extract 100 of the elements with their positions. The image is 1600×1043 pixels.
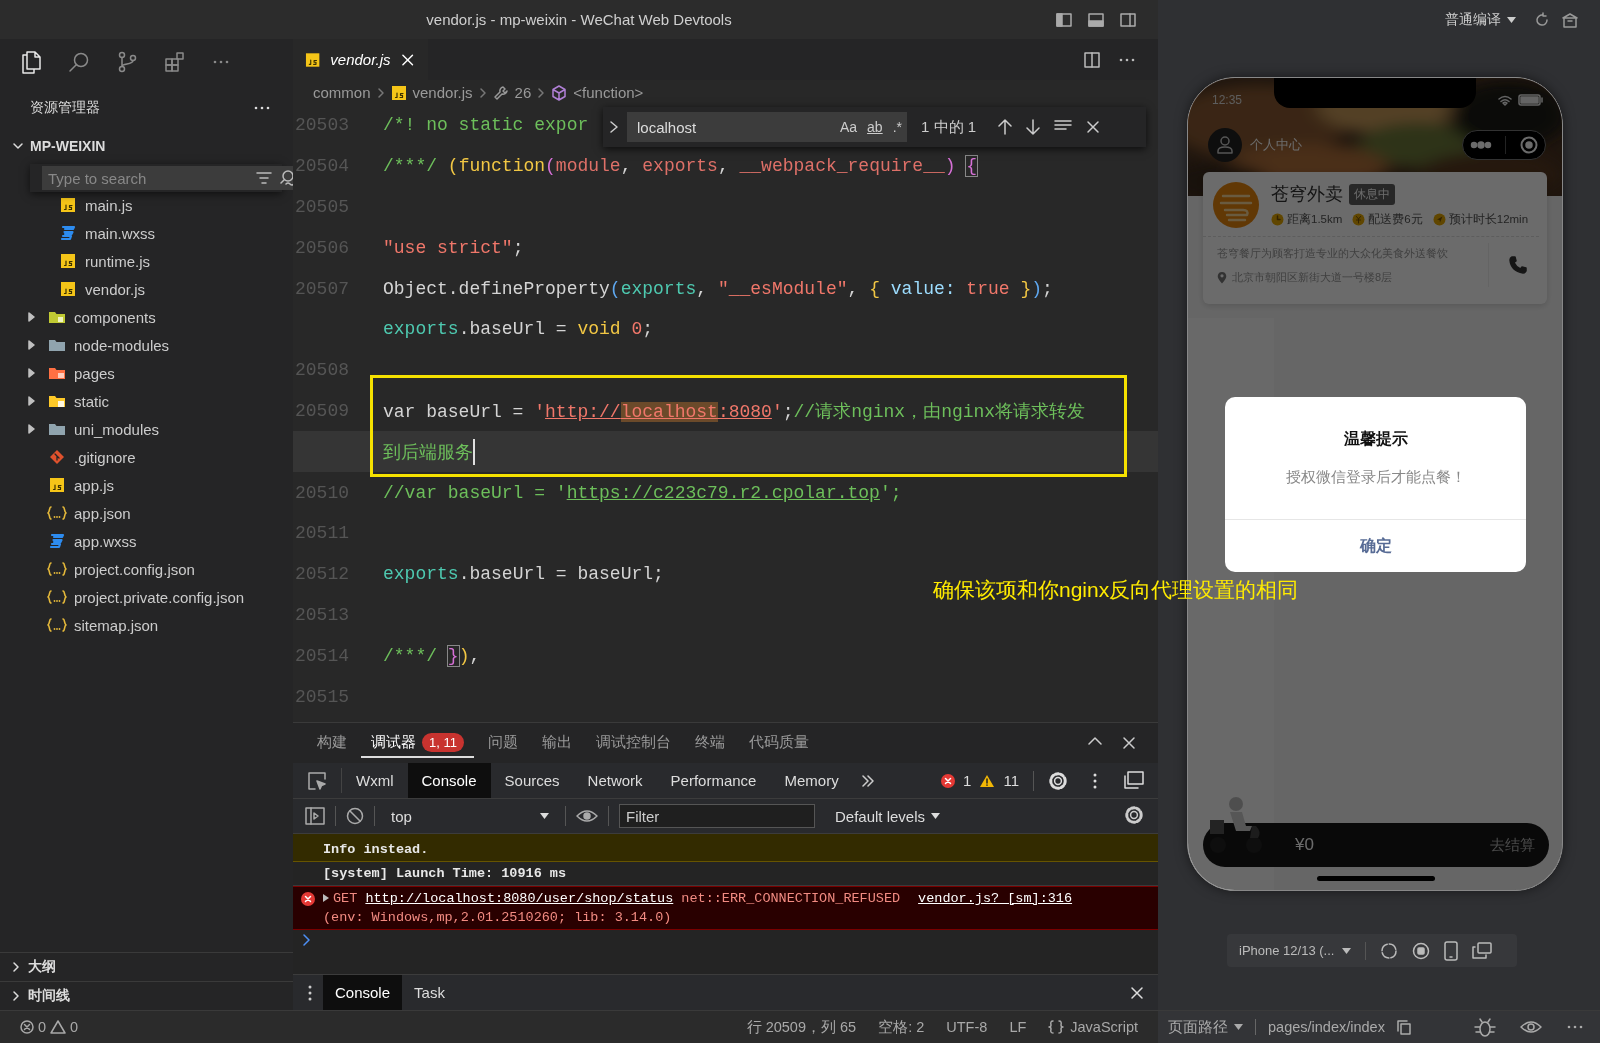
tree-item[interactable]: sitemap.json [0,611,293,639]
tree-item[interactable]: pages [0,359,293,387]
chevron-right-icon[interactable] [609,120,619,134]
warning-count[interactable]: 0 [70,1019,79,1035]
split-editor-icon[interactable] [1120,11,1136,28]
expand-triangle-icon[interactable] [323,894,329,902]
close-target-icon[interactable] [1520,136,1539,154]
line-ending[interactable]: LF [1009,1019,1027,1035]
copy-icon[interactable] [1396,1019,1411,1035]
more-icon[interactable] [1118,56,1136,63]
caret-down-icon[interactable] [1234,1024,1243,1030]
source-link[interactable]: vendor.js? [sm]:316 [918,891,1073,906]
devtools-tab[interactable]: Wxml [342,763,408,798]
panel-tab[interactable]: 调试器 1, 11 [361,728,474,758]
panel-tab[interactable]: 构建 [307,728,357,758]
sidebar-icon[interactable] [305,807,325,825]
more-icon[interactable] [307,983,313,1002]
extensions-icon[interactable] [164,50,186,73]
tree-item[interactable]: uni_modules [0,415,293,443]
caret-right-icon[interactable] [26,424,36,434]
more-icon[interactable] [1092,771,1098,790]
close-icon[interactable] [1122,736,1136,750]
tree-item[interactable]: runtime.js [0,247,293,275]
tree-item[interactable]: vendor.js [0,275,293,303]
prompt-icon[interactable] [303,934,311,946]
clear-console-icon[interactable] [346,807,364,825]
tree-item[interactable]: node-modules [0,331,293,359]
more-icon[interactable] [1566,1024,1584,1030]
debug-icon[interactable] [1474,1017,1496,1037]
devtools-tab[interactable]: Console [407,763,491,798]
find-field[interactable]: localhost [627,112,835,142]
close-icon[interactable] [1130,985,1144,1000]
capsule-menu[interactable] [1462,130,1546,160]
find-option-toggle[interactable]: .* [887,112,907,142]
dock-icon[interactable] [1122,770,1144,791]
caret-right-icon[interactable] [26,396,36,406]
panel-tab[interactable]: 代码质量 [738,728,819,758]
panel-tab[interactable]: 输出 [531,728,582,758]
phone-icon[interactable] [1508,255,1528,275]
chevron-right-icon[interactable] [10,990,22,1002]
caret-right-icon[interactable] [26,368,36,378]
settings-icon[interactable] [1048,770,1068,791]
filter-field[interactable]: Filter [619,804,815,828]
tree-item[interactable]: components [0,303,293,331]
breadcrumb-item[interactable]: 26 [514,84,532,101]
arrow-down-icon[interactable] [1026,119,1041,135]
panel-tab[interactable]: 终端 [684,728,735,758]
inspect-icon[interactable] [307,770,327,791]
source-control-icon[interactable] [116,50,138,73]
breadcrumb-item[interactable]: <function> [573,84,644,101]
more-tabs-icon[interactable] [860,774,875,787]
find-option-toggle[interactable]: ab [862,112,888,142]
device-select[interactable]: iPhone 12/13 (... [1239,943,1352,958]
find-option-toggle[interactable]: Aa [834,112,863,142]
tree-item[interactable]: project.config.json [0,555,293,583]
devtools-tab[interactable]: Memory [770,763,853,798]
error-count[interactable]: 0 [38,1019,47,1035]
devtools-tab[interactable]: Network [573,763,657,798]
chevron-right-icon[interactable] [10,961,22,973]
cursor-position[interactable]: 行 20509，列 65 [746,1017,857,1037]
error-status-icon[interactable] [20,1020,34,1034]
caret-down-icon[interactable] [1507,16,1516,23]
encoding[interactable]: UTF-8 [946,1019,988,1035]
record-icon[interactable] [1412,941,1431,960]
close-icon[interactable] [400,52,414,67]
split-editor-icon[interactable] [1084,51,1100,68]
confirm-button[interactable]: 确定 [1225,519,1526,572]
caret-down-icon[interactable] [931,813,941,819]
request-link[interactable]: http://localhost:8080/user/shop/status [365,891,674,906]
drawer-tab[interactable]: Task [402,975,457,1010]
close-icon[interactable] [1086,120,1101,134]
breadcrumb-item[interactable]: common [313,84,371,101]
devtools-tab[interactable]: Sources [490,763,574,798]
caret-right-icon[interactable] [26,312,36,322]
panel-tab[interactable]: 问题 [477,728,528,758]
panel-tab[interactable]: 调试控制台 [585,728,681,758]
settings-icon[interactable] [1124,804,1144,825]
compile-mode-dropdown[interactable]: 普通编译 [1445,10,1516,29]
caret-down-icon[interactable] [1342,947,1352,954]
more-icon[interactable] [253,105,271,111]
caret-right-icon[interactable] [26,340,36,350]
indentation[interactable]: 空格: 2 [878,1017,925,1037]
sidebar-toggle-icon[interactable] [1056,11,1072,28]
arrow-up-icon[interactable] [998,119,1013,135]
tree-item[interactable]: .gitignore [0,443,293,471]
search-icon[interactable] [68,50,90,73]
context-select[interactable]: top [385,807,555,825]
chevron-down-icon[interactable] [12,140,24,152]
tree-item[interactable]: main.js [0,191,293,219]
tree-item[interactable]: project.private.config.json [0,583,293,611]
explorer-icon[interactable] [20,49,42,74]
eye-icon[interactable] [576,809,598,823]
breadcrumb-item[interactable]: vendor.js [412,84,473,101]
clear-cache-icon[interactable] [1562,11,1578,28]
rotate-icon[interactable] [1380,941,1399,960]
tree-item[interactable]: app.js [0,471,293,499]
search-field[interactable]: Type to search [42,166,253,190]
page-path-dropdown[interactable]: 页面路径 [1168,1017,1243,1037]
tree-item[interactable]: MP-WEIXIN [0,132,293,160]
tree-item[interactable]: app.json [0,499,293,527]
